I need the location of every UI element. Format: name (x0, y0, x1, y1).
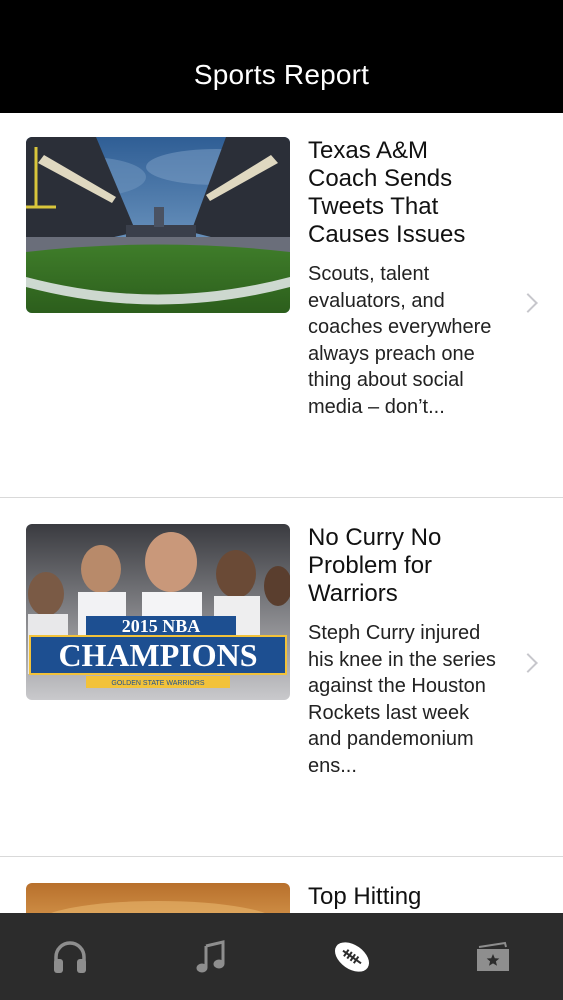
article-snippet: Steph Curry injured his knee in the seri… (308, 622, 496, 777)
stadium-photo (26, 137, 290, 313)
header-bar: Sports Report (0, 0, 563, 113)
tab-headphones[interactable] (40, 927, 100, 987)
champions-photo: 2015 NBA CHAMPIONS GOLDEN STATE WARRIORS (26, 524, 290, 700)
article-headline: Texas A&M Coach Sends Tweets That Causes… (308, 137, 466, 248)
article-list[interactable]: Texas A&M Coach Sends Tweets That Causes… (0, 113, 563, 913)
champions-main-text: CHAMPIONS (58, 637, 257, 673)
ticket-star-icon (476, 941, 509, 971)
list-item[interactable]: Top Hitting (0, 857, 563, 913)
music-note-icon (196, 939, 225, 972)
article-headline: Top Hitting (308, 883, 422, 910)
article-text: Top Hitting (308, 883, 503, 911)
tab-ticket[interactable] (463, 927, 523, 987)
article-text: Texas A&M Coach Sends Tweets That Causes… (308, 137, 503, 420)
champions-sub-text: GOLDEN STATE WARRIORS (111, 680, 205, 687)
tab-music[interactable] (181, 927, 241, 987)
tab-bar (0, 913, 563, 1000)
baseball-photo (26, 883, 290, 913)
page-title: Sports Report (193, 59, 370, 90)
article-text: No Curry No Problem for Warriors Steph C… (308, 524, 503, 779)
headphones-icon (54, 940, 87, 973)
article-snippet: Scouts, talent evaluators, and coaches e… (308, 263, 492, 418)
tab-football[interactable] (322, 927, 382, 987)
champions-year-text: 2015 NBA (122, 616, 201, 636)
article-headline: No Curry No Problem for Warriors (308, 524, 442, 607)
list-item[interactable]: Texas A&M Coach Sends Tweets That Causes… (0, 113, 563, 498)
chevron-right-icon (518, 293, 538, 313)
chevron-right-icon (518, 653, 538, 673)
list-item[interactable]: 2015 NBA CHAMPIONS GOLDEN STATE WARRIORS… (0, 498, 563, 857)
football-icon (334, 941, 369, 972)
